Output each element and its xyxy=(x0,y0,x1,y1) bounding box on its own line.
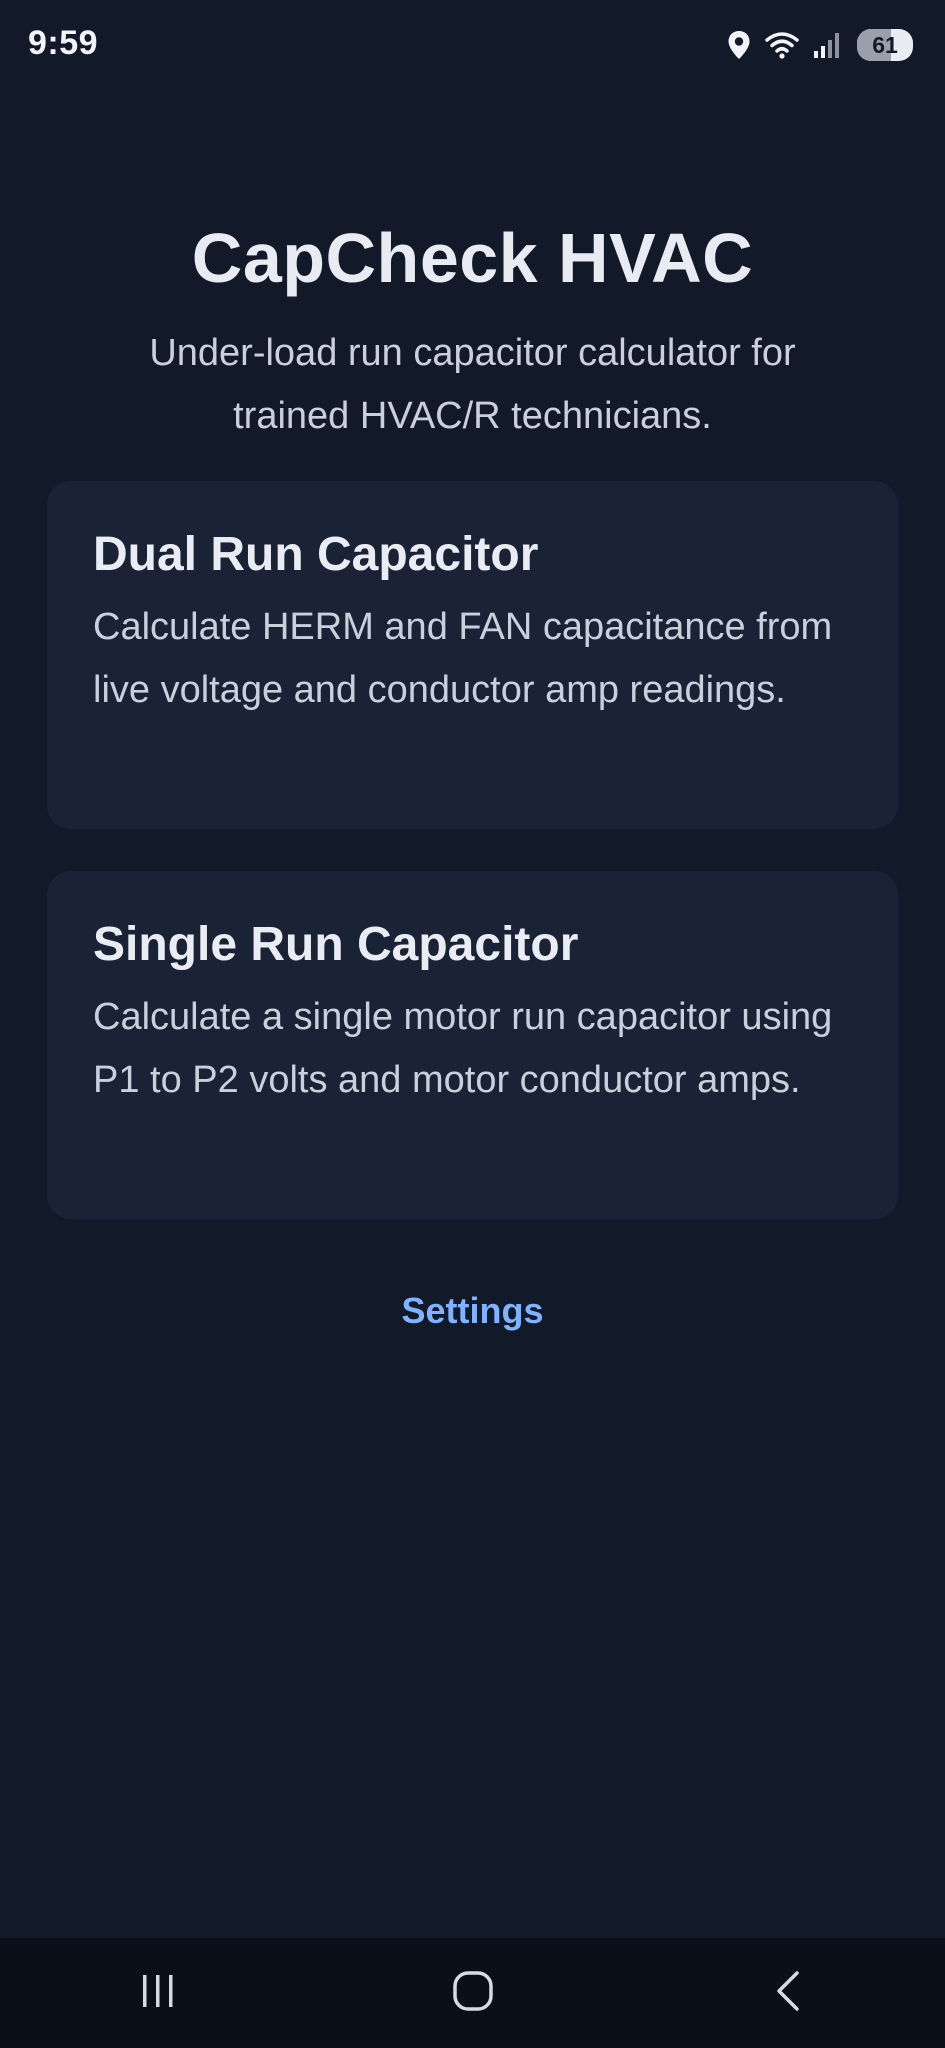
location-icon xyxy=(727,30,751,60)
card-description: Calculate HERM and FAN capacitance from … xyxy=(93,606,833,712)
navigation-bar xyxy=(0,1938,945,2048)
status-bar: 9:59 61 xyxy=(0,0,945,92)
recent-apps-icon xyxy=(138,1973,178,2014)
battery-icon: 61 xyxy=(857,29,913,61)
back-icon xyxy=(773,1970,803,2017)
status-icons: 61 xyxy=(727,26,913,64)
app-title: CapCheck HVAC xyxy=(191,219,754,297)
status-time: 9:59 xyxy=(28,24,99,62)
dual-run-capacitor-card[interactable]: Dual Run Capacitor Calculate HERM and FA… xyxy=(47,481,898,829)
settings-link[interactable]: Settings xyxy=(0,1290,945,1332)
app-subtitle: Under-load run capacitor calculator for … xyxy=(149,332,796,437)
home-button[interactable] xyxy=(413,1948,533,2038)
recent-apps-button[interactable] xyxy=(98,1948,218,2038)
card-title: Dual Run Capacitor xyxy=(93,528,539,581)
card-description: Calculate a single motor run capacitor u… xyxy=(93,996,833,1102)
app-screen: 9:59 61 CapCheck HVAC Under-load run cap… xyxy=(0,0,945,2048)
back-button[interactable] xyxy=(728,1948,848,2038)
wifi-icon xyxy=(765,31,799,59)
battery-level: 61 xyxy=(872,31,898,58)
signal-icon xyxy=(813,31,843,59)
card-title: Single Run Capacitor xyxy=(93,918,579,971)
single-run-capacitor-card[interactable]: Single Run Capacitor Calculate a single … xyxy=(47,871,898,1219)
home-icon xyxy=(452,1970,494,2017)
